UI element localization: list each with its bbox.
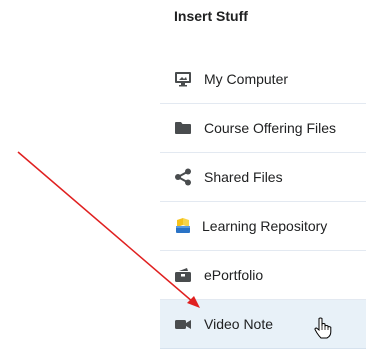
insert-stuff-menu: My Computer Course Offering Files Shared… bbox=[160, 55, 366, 349]
menu-item-eportfolio[interactable]: ePortfolio bbox=[160, 251, 366, 300]
menu-item-shared-files[interactable]: Shared Files bbox=[160, 153, 366, 202]
hand-cursor-icon bbox=[314, 317, 332, 339]
eportfolio-icon bbox=[174, 266, 192, 284]
menu-item-learning-repository[interactable]: Learning Repository bbox=[160, 202, 366, 251]
panel-title: Insert Stuff bbox=[174, 8, 248, 24]
video-camera-icon bbox=[174, 315, 192, 333]
menu-item-label: ePortfolio bbox=[204, 267, 264, 283]
menu-item-label: Course Offering Files bbox=[204, 120, 337, 136]
menu-item-label: Video Note bbox=[204, 316, 274, 332]
menu-item-label: My Computer bbox=[204, 71, 289, 87]
menu-item-my-computer[interactable]: My Computer bbox=[160, 55, 366, 104]
menu-item-label: Learning Repository bbox=[202, 218, 328, 234]
repository-icon bbox=[174, 217, 192, 235]
share-icon bbox=[174, 168, 192, 186]
menu-item-label: Shared Files bbox=[204, 169, 283, 185]
monitor-icon bbox=[174, 70, 192, 88]
folder-icon bbox=[174, 119, 192, 137]
menu-item-course-offering-files[interactable]: Course Offering Files bbox=[160, 104, 366, 153]
